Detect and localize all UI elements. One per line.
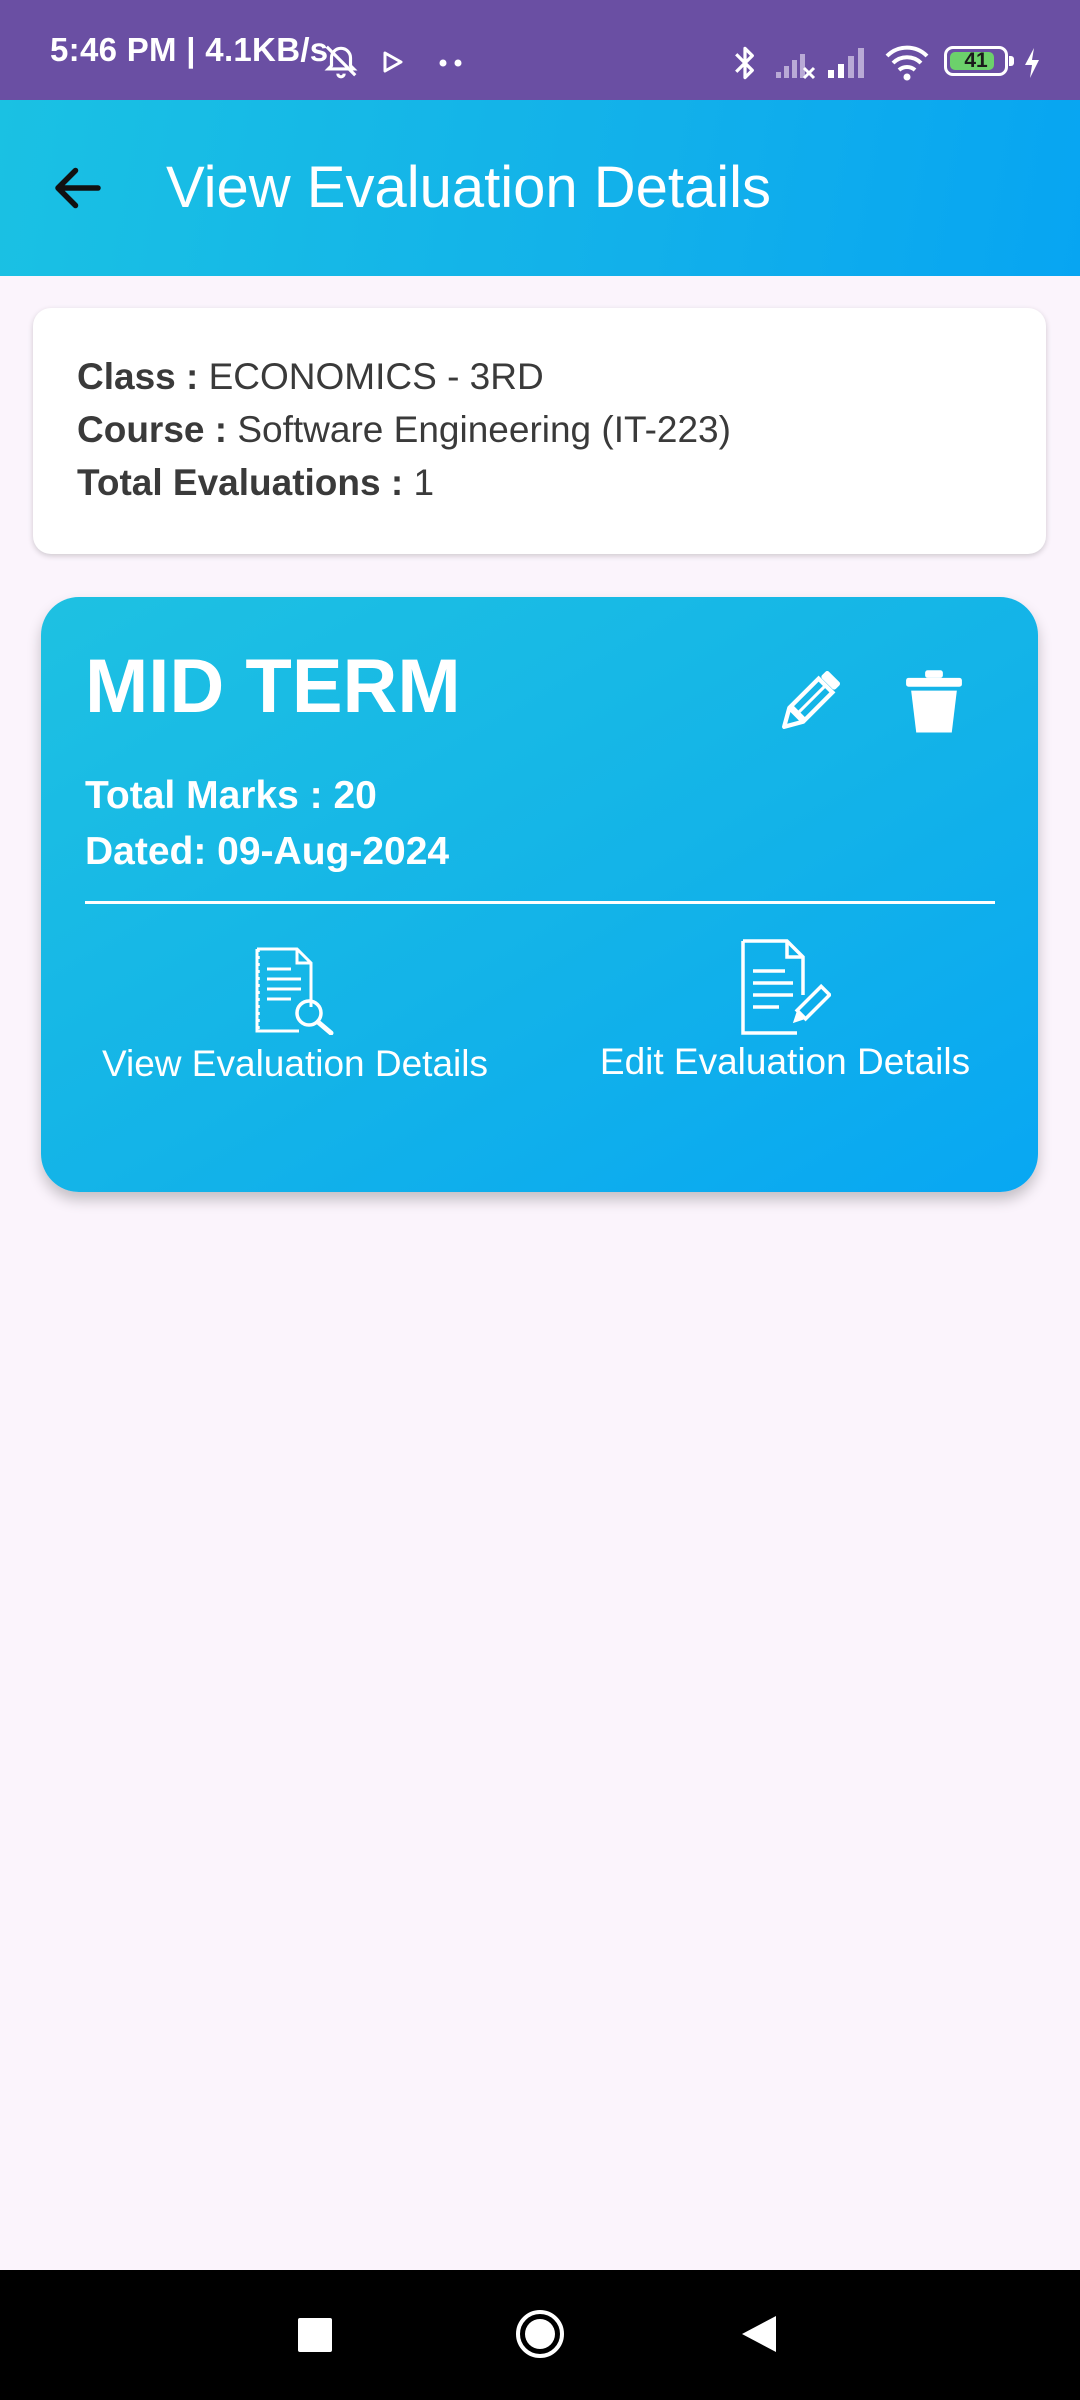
total-evaluations-value: 1 [413, 462, 435, 503]
view-evaluation-details-label: View Evaluation Details [102, 1043, 488, 1084]
edit-evaluation-details-label: Edit Evaluation Details [599, 1041, 971, 1082]
home-circle-icon[interactable] [514, 2308, 566, 2360]
app-bar: View Evaluation Details [0, 100, 1080, 276]
total-evaluations-row: Total Evaluations : 1 [77, 462, 434, 504]
battery-icon: 41 [944, 46, 1014, 76]
battery-level: 41 [964, 49, 988, 72]
total-evaluations-label: Total Evaluations : [77, 462, 404, 503]
more-dots-icon [439, 59, 462, 67]
document-edit-icon [741, 939, 831, 1035]
course-row: Course : Software Engineering (IT-223) [77, 409, 731, 451]
evaluation-date: Dated: 09-Aug-2024 [85, 830, 450, 873]
status-bar: 5:46 PM | 4.1KB/s 41 [0, 0, 1080, 100]
recents-square-icon[interactable] [298, 2318, 332, 2352]
bluetooth-icon [735, 46, 754, 80]
edit-evaluation-details-button[interactable]: Edit Evaluation Details [585, 939, 985, 1085]
evaluation-title: MID TERM [85, 644, 461, 729]
charging-icon [1025, 48, 1039, 78]
alarm-off-icon [324, 45, 358, 79]
back-triangle-icon[interactable] [740, 2314, 778, 2354]
signal-no-service-icon [776, 54, 816, 80]
system-nav-bar [0, 2270, 1080, 2400]
document-search-icon [255, 947, 334, 1035]
view-evaluation-details-button[interactable]: View Evaluation Details [85, 947, 505, 1087]
class-label: Class : [77, 356, 199, 397]
total-marks: Total Marks : 20 [85, 774, 377, 817]
wifi-icon [885, 45, 929, 81]
page-title: View Evaluation Details [166, 155, 772, 220]
status-time: 5:46 PM | 4.1KB/s [50, 31, 329, 68]
arrow-back-icon[interactable] [48, 158, 108, 218]
course-value: Software Engineering (IT-223) [237, 409, 731, 450]
course-label: Course : [77, 409, 228, 450]
class-info-card: Class : ECONOMICS - 3RD Course : Softwar… [33, 308, 1046, 554]
class-value: ECONOMICS - 3RD [208, 356, 544, 397]
class-row: Class : ECONOMICS - 3RD [77, 356, 544, 398]
card-divider [85, 901, 995, 904]
signal-icon [828, 48, 864, 78]
trash-icon[interactable] [903, 669, 965, 735]
pencil-icon[interactable] [771, 662, 849, 740]
play-icon [383, 51, 403, 73]
evaluation-card[interactable]: MID TERM Total Marks : 20 Dated: 09-Aug-… [41, 597, 1038, 1192]
